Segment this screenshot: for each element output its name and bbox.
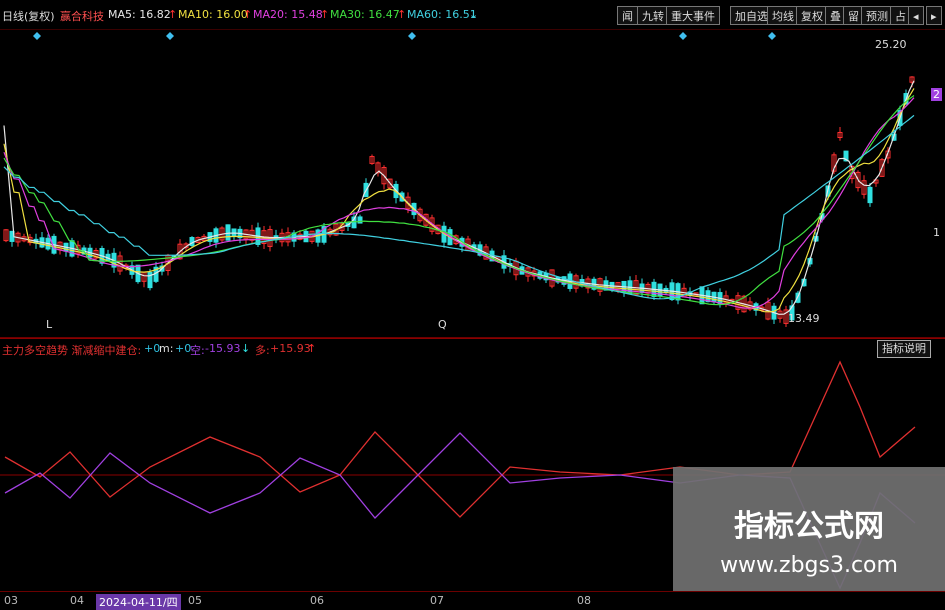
candlestick-chart-panel[interactable]: 25.20 13.49 2 1 L Q [0, 30, 945, 338]
indicator-header: 主力多空趋势 渐减缩中建仓: +0 m: +0 空: -15.93 ↓ 多: +… [0, 339, 945, 357]
period-label[interactable]: 日线(复权) [2, 8, 55, 24]
event-markers [33, 32, 776, 40]
date-label: 05 [188, 594, 202, 607]
indicator-kong-arrow: ↓ [241, 342, 251, 355]
event-diamond-icon [768, 32, 776, 40]
ma20-value: MA20: 15.48 [253, 8, 323, 21]
right-marker-1: 1 [933, 226, 940, 239]
prev-arrow-icon[interactable]: ◂ [908, 6, 924, 25]
indicator-kong-value: -15.93 [205, 342, 241, 355]
date-axis: 03 04 2024-04-11/四 05 06 07 08 [0, 591, 945, 610]
date-label: 08 [577, 594, 591, 607]
ma60-arrow: ↓ [469, 8, 479, 21]
next-arrow-icon[interactable]: ▸ [926, 6, 942, 25]
date-label: 06 [310, 594, 324, 607]
candle-body [867, 186, 873, 204]
indicator-m-label: m: [159, 342, 174, 355]
nine-turn-button[interactable]: 九转 [637, 6, 669, 25]
adjust-button[interactable]: 复权 [796, 6, 828, 25]
stock-name: 赢合科技 [60, 10, 104, 23]
candlestick-chart[interactable] [0, 30, 945, 338]
event-diamond-icon [679, 32, 687, 40]
watermark: 指标公式网 www.zbgs3.com [673, 467, 945, 591]
indicator-duo-label: 多: [255, 344, 270, 357]
chart-header-bar: 日线(复权) 赢合科技 MA5: 16.82 ↑ MA10: 16.00 ↑ M… [0, 0, 945, 30]
candles-group [3, 76, 915, 327]
indicator-duo-arrow: ↑ [307, 342, 317, 355]
price-low-label: 13.49 [788, 312, 820, 325]
ma5-value: MA5: 16.82 [108, 8, 171, 21]
indicator-duo-value: +15.93 [270, 342, 311, 355]
watermark-title: 指标公式网 [734, 509, 884, 544]
forecast-button[interactable]: 预测 [861, 6, 893, 25]
marker-l: L [46, 318, 53, 331]
date-label: 07 [430, 594, 444, 607]
ma10-value: MA10: 16.00 [178, 8, 248, 21]
event-diamond-icon [408, 32, 416, 40]
indicator-kong-label: 空: [190, 344, 205, 357]
ma10-arrow: ↑ [243, 8, 253, 21]
date-cursor-label: 2024-04-11/四 [96, 594, 181, 610]
price-high-label: 25.20 [875, 38, 907, 51]
indicator-m0: +0 [144, 342, 161, 355]
ma30-value: MA30: 16.47 [330, 8, 400, 21]
moving-average-button[interactable]: 均线 [767, 6, 799, 25]
marker-q: Q [438, 318, 447, 331]
date-label: 04 [70, 594, 84, 607]
ma20-arrow: ↑ [320, 8, 330, 21]
indicator-title: 主力多空趋势 渐减缩中建仓: [2, 344, 142, 357]
ma5-arrow: ↑ [168, 8, 178, 21]
indicator-m-value: +0 [175, 342, 192, 355]
ma30-arrow: ↑ [397, 8, 407, 21]
news-button[interactable]: 闻 [617, 6, 638, 25]
event-diamond-icon [33, 32, 41, 40]
date-label: 03 [4, 594, 18, 607]
ma60-value: MA60: 16.51 [407, 8, 477, 21]
right-marker-2: 2 [931, 88, 942, 101]
watermark-url: www.zbgs3.com [720, 553, 898, 578]
candle-body [225, 224, 231, 241]
major-events-button[interactable]: 重大事件 [666, 6, 720, 25]
indicator-help-button[interactable]: 指标说明 [877, 340, 931, 358]
event-diamond-icon [166, 32, 174, 40]
